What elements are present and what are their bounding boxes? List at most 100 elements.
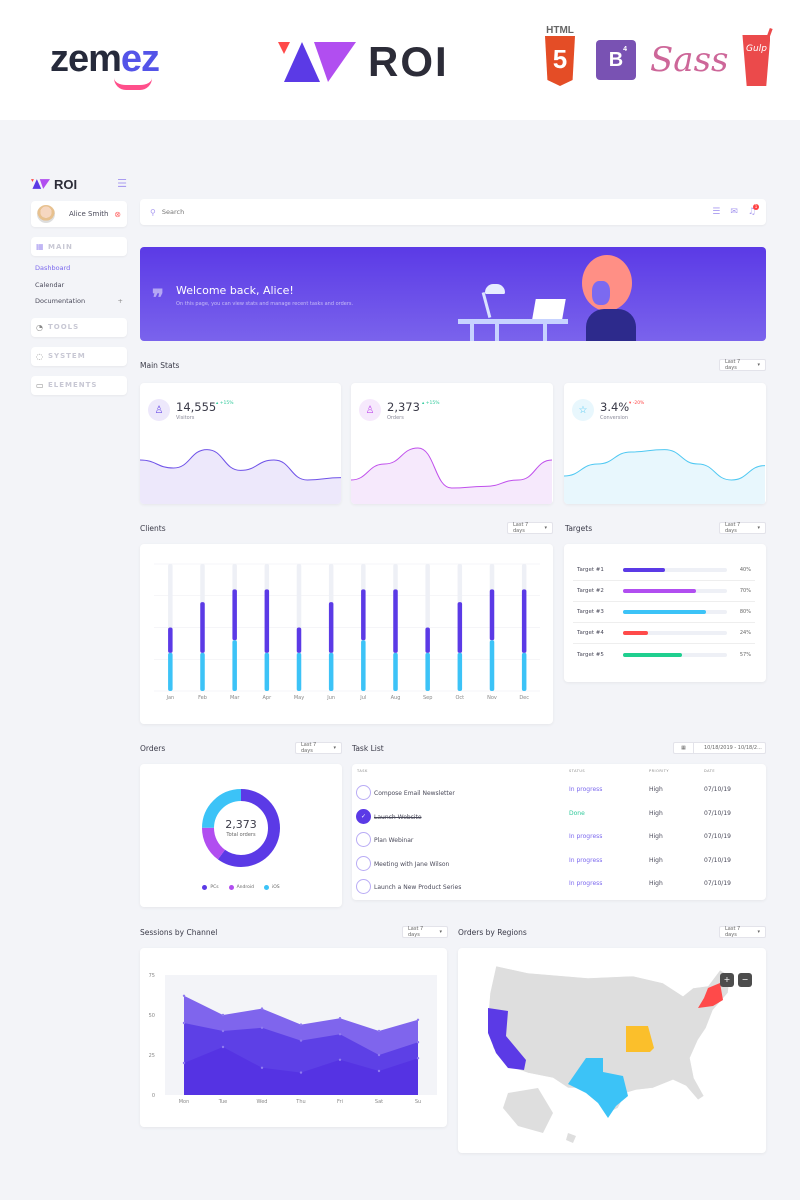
sidebar-section-system[interactable]: ◌ SYSTEM <box>31 346 127 366</box>
stat-value: 3.4% <box>600 400 630 414</box>
logout-icon[interactable]: ⊗ <box>114 210 121 219</box>
calendar-icon: ▦ <box>674 743 694 753</box>
html5-icon: HTML 5 <box>538 25 582 86</box>
task-date-range-picker[interactable]: ▦ 10/18/2019 - 10/18/2... <box>673 742 766 754</box>
zemes-suffix: ez <box>120 38 160 80</box>
task-row[interactable]: ✓ Launch Website Done High 07/10/19 <box>352 805 765 829</box>
hamburger-icon[interactable]: ☰ <box>117 177 127 190</box>
regions-map-card: + − <box>458 948 766 1153</box>
orders-title: Orders <box>140 744 166 753</box>
target-label: Target #2 <box>577 588 604 594</box>
legend-dot <box>263 885 269 890</box>
data-point <box>260 1066 264 1069</box>
stat-change: ▾ -20% <box>629 401 645 406</box>
column-header: STATUS <box>569 769 586 773</box>
data-point <box>416 1018 420 1021</box>
task-row[interactable]: Plan Webinar In progress High 07/10/19 <box>352 828 765 852</box>
legend-item: iOS <box>263 885 280 890</box>
gulp-icon: Gulp <box>742 27 774 86</box>
sparkline-area <box>351 448 552 504</box>
orders-range-dropdown[interactable]: Last 7 days ▾ <box>295 742 342 754</box>
zoom-in-button[interactable]: + <box>720 973 734 987</box>
user-card[interactable]: Alice Smith ⊗ <box>31 201 127 227</box>
data-point <box>221 1045 225 1049</box>
task-priority: High <box>649 809 663 817</box>
data-point <box>182 994 186 997</box>
bar-base <box>328 652 334 691</box>
regions-range-dropdown[interactable]: Last 7 days ▾ <box>719 926 766 938</box>
sessions-range-dropdown[interactable]: Last 7 days ▾ <box>402 926 448 938</box>
x-tick-label: Jan <box>165 695 174 701</box>
dropdown-label: Last 7 days <box>725 522 741 534</box>
main-stats-range-dropdown[interactable]: Last 7 days ▾ <box>719 359 766 371</box>
bar-base <box>425 652 430 691</box>
dropdown-label: Last 7 days <box>513 522 529 534</box>
mail-icon[interactable]: ✉ <box>730 207 738 217</box>
dropdown-label: Last 7 days <box>301 742 317 754</box>
task-priority: High <box>649 786 663 793</box>
roi-wordmark: ROI <box>368 38 449 85</box>
data-point <box>377 1069 381 1073</box>
bell-icon[interactable]: ♫ 1 <box>748 204 759 217</box>
bar-top <box>457 602 463 653</box>
sidebar-logo-text: ROI <box>54 176 78 192</box>
y-tick-label: 25 <box>149 1053 155 1059</box>
sidebar-section-main[interactable]: ▦ MAIN <box>31 237 127 256</box>
data-point <box>299 1039 303 1042</box>
welcome-title: Welcome back, Alice! <box>176 284 294 297</box>
stat-change-text: +15% <box>425 401 440 406</box>
progress-fill <box>623 589 696 593</box>
task-status: In progress <box>569 880 603 887</box>
gulp-cup: Gulp <box>742 34 771 86</box>
html5-shield: 5 <box>545 36 575 86</box>
sidebar-item-dashboard[interactable]: Dashboard <box>31 260 127 277</box>
data-point <box>182 1021 186 1025</box>
list-icon[interactable]: ☰ <box>712 207 720 217</box>
stat-change-text: -20% <box>632 401 645 406</box>
sidebar-section-elements[interactable]: ▭ ELEMENTS <box>31 375 127 395</box>
progress-track <box>623 589 727 593</box>
bar-top <box>232 589 237 641</box>
task-checkbox[interactable] <box>356 832 371 847</box>
caret-down-icon: ▾ <box>757 525 760 531</box>
y-tick-label: 50 <box>149 1013 155 1019</box>
sidebar-item-documentation[interactable]: Documentation + <box>31 293 127 310</box>
caret-down-icon: ▾ <box>333 745 336 751</box>
bar-base <box>168 652 173 691</box>
sidebar-item-calendar[interactable]: Calendar <box>31 277 127 294</box>
star-icon: ☆ <box>572 399 594 421</box>
x-tick-label: Oct <box>456 695 465 701</box>
data-point <box>182 1061 186 1065</box>
task-checkbox[interactable] <box>356 879 371 894</box>
bootstrap-version: 4 <box>623 46 627 53</box>
data-point <box>377 1029 381 1033</box>
task-status: In progress <box>569 856 603 864</box>
bar-top <box>328 602 334 653</box>
task-checkbox[interactable]: ✓ <box>356 808 371 824</box>
data-point <box>416 1041 420 1044</box>
task-checkbox[interactable] <box>356 855 371 871</box>
task-row[interactable]: Launch a New Product Series In progress Hi… <box>352 875 765 899</box>
desk-leg <box>470 324 474 341</box>
expand-icon[interactable]: + <box>118 297 123 305</box>
legend-item: Android <box>228 885 254 890</box>
column-header: PRIORITY <box>649 769 670 773</box>
target-label: Target #4 <box>577 630 604 636</box>
pie-icon: ◔ <box>36 322 43 332</box>
sidebar-section-tools[interactable]: ◔ TOOLS <box>31 317 127 337</box>
sidebar-logo[interactable]: ROI <box>31 175 127 193</box>
clients-range-dropdown[interactable]: Last 7 days ▾ <box>507 522 553 534</box>
zoom-out-button[interactable]: − <box>738 973 752 987</box>
bar-top <box>200 602 205 653</box>
bar-base <box>457 652 463 691</box>
search-input[interactable] <box>161 208 713 216</box>
task-row[interactable]: Meeting with Jane Wilson In progress High 0… <box>352 852 765 876</box>
bar-base <box>264 652 270 691</box>
target-percent: 40% <box>739 567 751 573</box>
bar-top <box>521 589 527 653</box>
task-row[interactable]: Compose Email Newsletter In progress High 0… <box>352 781 765 805</box>
targets-range-dropdown[interactable]: Last 7 days ▾ <box>719 522 766 534</box>
date-range-text: 10/18/2019 - 10/18/2... <box>704 745 762 751</box>
task-priority: High <box>649 856 663 864</box>
task-checkbox[interactable] <box>356 785 371 800</box>
